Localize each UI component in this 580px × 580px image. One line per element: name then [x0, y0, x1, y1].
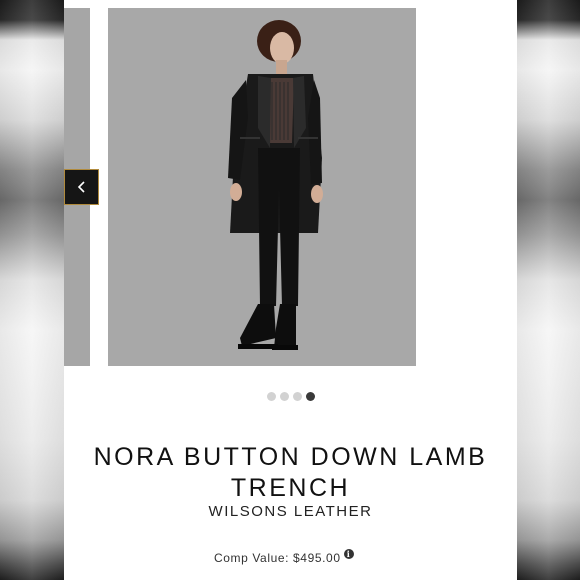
comp-value-label: Comp Value:: [214, 551, 290, 565]
blurred-right-edge: [517, 0, 580, 580]
blurred-left-edge: [0, 0, 64, 580]
carousel-pagination: [64, 392, 517, 401]
carousel-dot-4[interactable]: [305, 392, 315, 401]
product-card: NORA BUTTON DOWN LAMB TRENCH WILSONS LEA…: [64, 0, 517, 580]
carousel-dot-3[interactable]: [292, 392, 302, 401]
product-image[interactable]: [108, 8, 416, 366]
info-icon[interactable]: i: [343, 549, 354, 559]
carousel-dot-1[interactable]: [266, 392, 276, 401]
comp-value-amount: $495.00: [293, 551, 341, 565]
product-brand[interactable]: WILSONS LEATHER: [64, 503, 517, 520]
model-illustration: [108, 8, 416, 366]
product-title: NORA BUTTON DOWN LAMB TRENCH: [93, 442, 488, 502]
comp-value: Comp Value: $495.00 i: [214, 549, 354, 565]
chevron-left-icon: [77, 181, 85, 193]
carousel-prev-button[interactable]: [64, 169, 99, 205]
carousel-dot-2[interactable]: [279, 392, 289, 401]
